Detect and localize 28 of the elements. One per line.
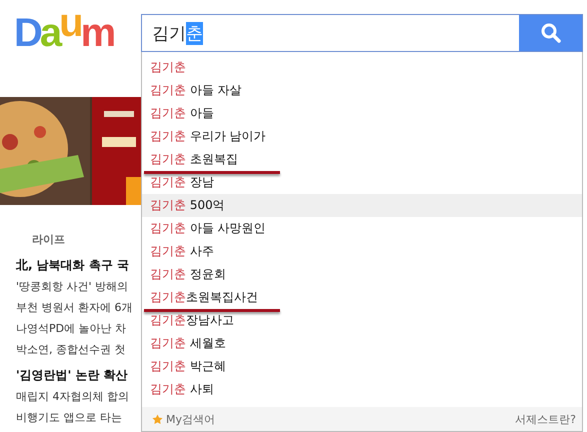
suggestion-item[interactable]: 김기춘 사주 <box>142 240 582 263</box>
suggestion-item[interactable]: 김기춘 우리가 남이가 <box>142 125 582 148</box>
my-keywords-link[interactable]: My검색어 <box>166 412 216 426</box>
suggestion-item[interactable]: 김기춘 세월호 <box>142 332 582 355</box>
suggestion-item[interactable]: 김기춘 아들 자살 <box>142 79 582 102</box>
news-link[interactable]: 박소연, 종합선수권 첫 <box>16 339 141 360</box>
help-link[interactable]: 서제스트란? <box>515 412 576 426</box>
suggestion-item[interactable]: 김기춘 초원복집 <box>142 148 582 171</box>
suggestion-item[interactable]: 김기춘 아들 <box>142 102 582 125</box>
suggestion-item[interactable]: 김기춘 박근혜 <box>142 355 582 378</box>
news-link[interactable]: 비행기도 앱으로 타는 <box>16 407 141 428</box>
suggestion-item[interactable]: 김기춘 아들 사망원인 <box>142 217 582 240</box>
suggestion-item[interactable]: 김기춘장남사고 <box>142 309 582 332</box>
suggestion-item[interactable]: 김기춘 500억 <box>142 194 582 217</box>
news-link[interactable]: 부천 병원서 환자에 6개 <box>16 297 141 318</box>
news-link[interactable]: '땅콩회항 사건' 방해의 <box>16 276 141 297</box>
news-headline[interactable]: '김영란법' 논란 확산 <box>16 365 141 386</box>
news-link[interactable]: 나영석PD에 놀아난 차 <box>16 318 141 339</box>
news-headline[interactable]: 北, 남북대화 촉구 국 <box>16 255 141 276</box>
suggestion-item[interactable]: 김기춘 사퇴 <box>142 378 582 401</box>
suggestion-item[interactable]: 김기춘 장남 <box>142 171 582 194</box>
star-icon <box>152 414 163 424</box>
logo[interactable]: Daum <box>14 13 141 53</box>
suggestion-item[interactable]: 김기춘 <box>142 56 582 79</box>
suggestion-item[interactable]: 김기춘 정윤회 <box>142 263 582 286</box>
news-link[interactable]: 매립지 4자협의체 합의 <box>16 386 141 407</box>
nav-tab[interactable]: 라이프 <box>32 232 65 246</box>
suggestion-item[interactable]: 김기춘초원복집사건 <box>142 286 582 309</box>
